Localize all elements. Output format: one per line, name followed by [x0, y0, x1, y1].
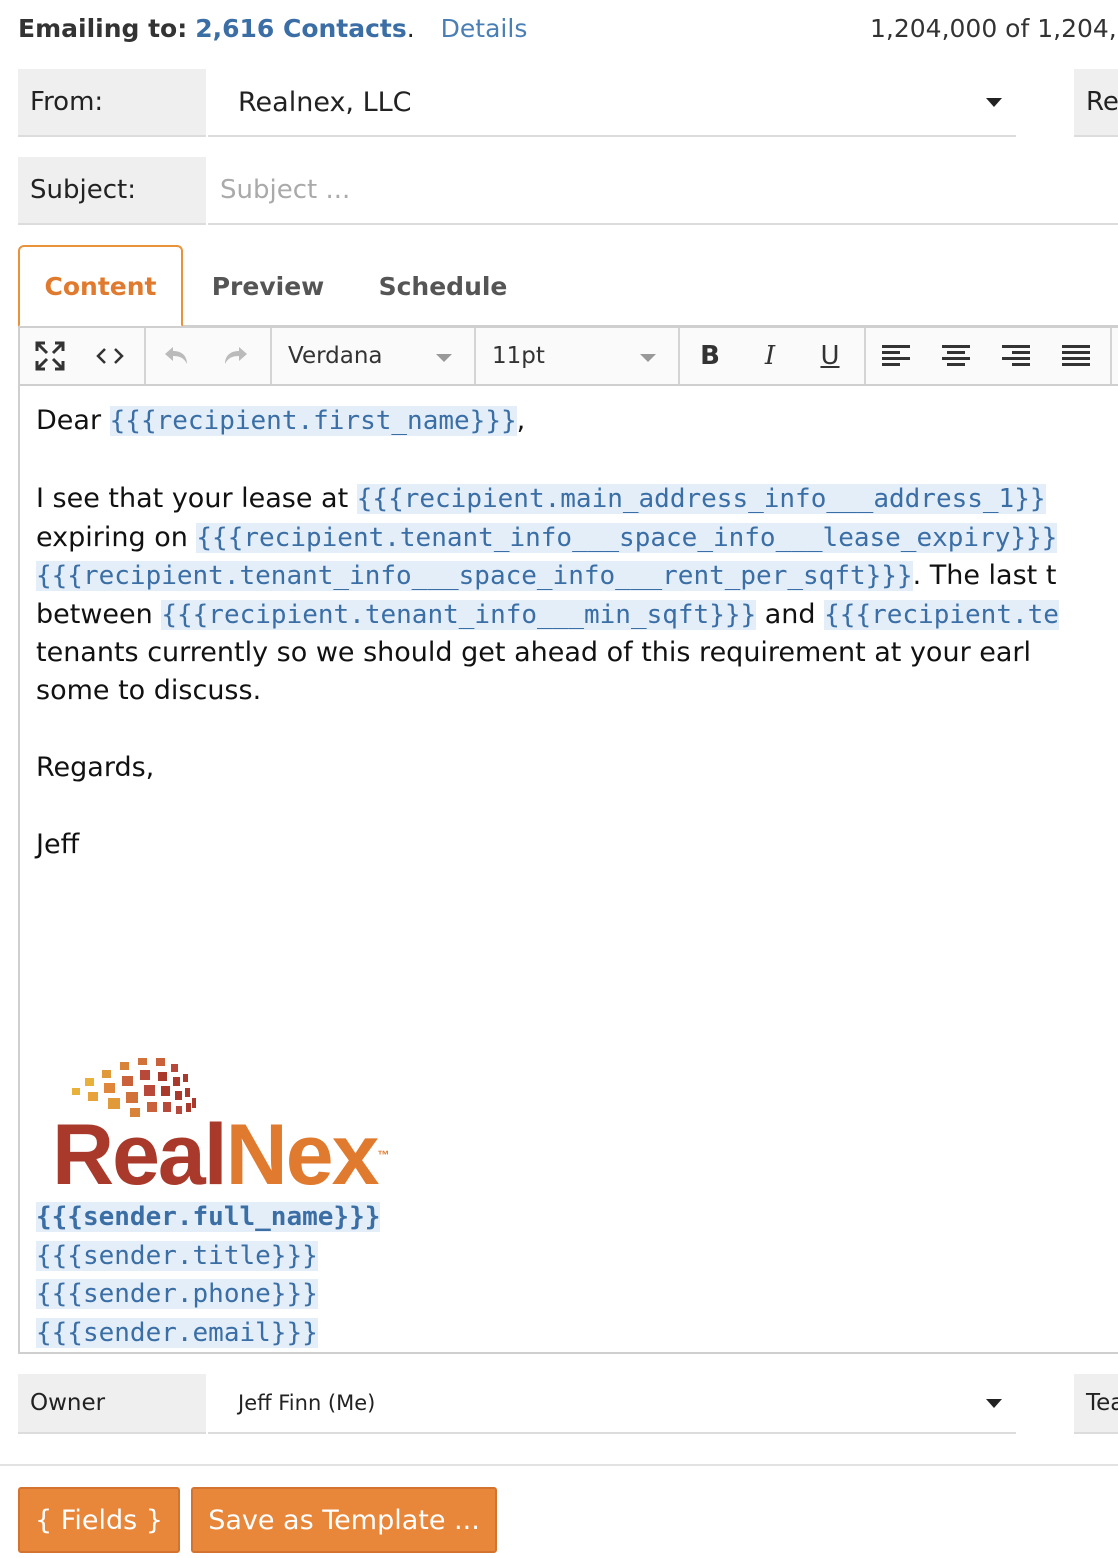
- merge-field[interactable]: {{{recipient.tenant_info___space_info___…: [36, 561, 913, 591]
- subject-label-text: Subject:: [30, 175, 136, 205]
- team-side-label: Tea: [1086, 1390, 1118, 1416]
- contacts-link[interactable]: 2,616 Contacts: [195, 14, 407, 43]
- alignment-group: [866, 328, 1112, 384]
- font-size-value: 11pt: [492, 343, 545, 369]
- merge-field[interactable]: {{{sender.email}}}: [36, 1318, 318, 1348]
- from-side-label: Re: [1086, 87, 1118, 117]
- chevron-down-icon: [986, 98, 1002, 107]
- fields-button[interactable]: { Fields }: [18, 1487, 180, 1553]
- logo-real: Real: [52, 1107, 228, 1203]
- divider: [0, 1464, 1118, 1466]
- body-line: some to discuss.: [36, 675, 262, 706]
- merge-field[interactable]: {{{recipient.first_name}}}: [109, 406, 517, 436]
- subject-input[interactable]: [220, 175, 1118, 205]
- team-side-box[interactable]: Tea: [1074, 1374, 1118, 1434]
- body-text: between: [36, 599, 162, 630]
- regards-line: Regards,: [36, 752, 155, 783]
- owner-label: Owner: [18, 1374, 206, 1434]
- email-editor[interactable]: Verdana 11pt B I U Dear {{{recipient.fir…: [18, 326, 1118, 1354]
- signature-line: {{{sender.full_name}}}: [36, 1198, 381, 1236]
- owner-value: Jeff Finn (Me): [238, 1391, 376, 1415]
- history-group: [146, 328, 272, 384]
- merge-field[interactable]: {{{sender.title}}}: [36, 1241, 318, 1271]
- merge-field[interactable]: {{{recipient.main_address_info___address…: [356, 484, 1046, 514]
- owner-select[interactable]: Jeff Finn (Me): [208, 1374, 1016, 1434]
- bold-button[interactable]: B: [680, 328, 740, 384]
- greeting-text: Dear: [36, 405, 110, 436]
- from-side-box[interactable]: Re: [1074, 69, 1118, 137]
- underline-button[interactable]: U: [800, 328, 860, 384]
- body-text: expiring on: [36, 522, 197, 553]
- signature-line: {{{sender.phone}}}: [36, 1275, 318, 1313]
- align-right-icon[interactable]: [986, 328, 1046, 384]
- chevron-down-icon: [986, 1399, 1002, 1408]
- from-label: From:: [18, 69, 206, 137]
- greeting-line: Dear {{{recipient.first_name}}},: [36, 402, 525, 440]
- logo-wordmark: RealNex™: [52, 1112, 389, 1198]
- editor-toolbar: Verdana 11pt B I U: [20, 328, 1118, 386]
- subject-label: Subject:: [18, 157, 206, 225]
- signature-name: Jeff: [36, 829, 80, 860]
- body-text: and: [756, 599, 825, 630]
- emailing-label: Emailing to:: [18, 14, 188, 43]
- font-family-value: Verdana: [288, 343, 383, 369]
- details-link[interactable]: Details: [441, 14, 528, 43]
- italic-button[interactable]: I: [740, 328, 800, 384]
- greeting-comma: ,: [516, 405, 526, 436]
- period: .: [406, 14, 415, 43]
- from-select[interactable]: Realnex, LLC: [208, 69, 1016, 137]
- tab-schedule[interactable]: Schedule: [373, 245, 513, 327]
- save-as-template-button[interactable]: Save as Template ...: [191, 1487, 497, 1553]
- signature-line: {{{sender.email}}}: [36, 1314, 318, 1352]
- tab-content[interactable]: Content: [18, 245, 183, 327]
- view-group: [20, 328, 146, 384]
- text-style-group: B I U: [680, 328, 866, 384]
- body-line: expiring on {{{recipient.tenant_info___s…: [36, 519, 1058, 557]
- from-value: Realnex, LLC: [238, 86, 412, 118]
- merge-field[interactable]: {{{recipient.tenant_info___min_sqft}}}: [161, 600, 757, 630]
- merge-field[interactable]: {{{sender.full_name}}}: [36, 1202, 381, 1232]
- body-text: I see that your lease at: [36, 483, 357, 514]
- chevron-down-icon: [436, 354, 452, 362]
- align-center-icon[interactable]: [926, 328, 986, 384]
- font-size-select[interactable]: 11pt: [476, 328, 680, 384]
- logo-trademark: ™: [377, 1148, 389, 1162]
- body-text: . The last t: [912, 560, 1057, 591]
- body-line: I see that your lease at {{{recipient.ma…: [36, 480, 1046, 518]
- subject-field[interactable]: [208, 157, 1118, 225]
- from-label-text: From:: [30, 87, 104, 117]
- fullscreen-icon[interactable]: [20, 328, 80, 384]
- merge-field[interactable]: {{{sender.phone}}}: [36, 1279, 318, 1309]
- body-line: tenants currently so we should get ahead…: [36, 637, 1032, 668]
- font-family-select[interactable]: Verdana: [272, 328, 476, 384]
- body-line: between {{{recipient.tenant_info___min_s…: [36, 596, 1059, 634]
- editor-tabs: Content Preview Schedule: [18, 245, 1118, 327]
- realnex-logo: RealNex™: [52, 1052, 432, 1198]
- source-code-icon[interactable]: [80, 328, 140, 384]
- redo-icon[interactable]: [206, 328, 266, 384]
- merge-field[interactable]: {{{recipient.tenant_info___space_info___…: [196, 523, 1058, 553]
- tab-preview[interactable]: Preview: [203, 245, 333, 327]
- logo-nex: Nex: [225, 1107, 380, 1203]
- align-left-icon[interactable]: [866, 328, 926, 384]
- owner-label-text: Owner: [30, 1390, 106, 1416]
- record-count: 1,204,000 of 1,204,00: [870, 14, 1118, 43]
- signature-line: {{{sender.title}}}: [36, 1237, 318, 1275]
- body-line: {{{recipient.tenant_info___space_info___…: [36, 557, 1056, 595]
- emailing-bar: Emailing to: 2,616 Contacts. Details 1,2…: [18, 14, 1118, 54]
- chevron-down-icon: [640, 354, 656, 362]
- align-justify-icon[interactable]: [1046, 328, 1106, 384]
- merge-field[interactable]: {{{recipient.te: [824, 600, 1059, 630]
- undo-icon[interactable]: [146, 328, 206, 384]
